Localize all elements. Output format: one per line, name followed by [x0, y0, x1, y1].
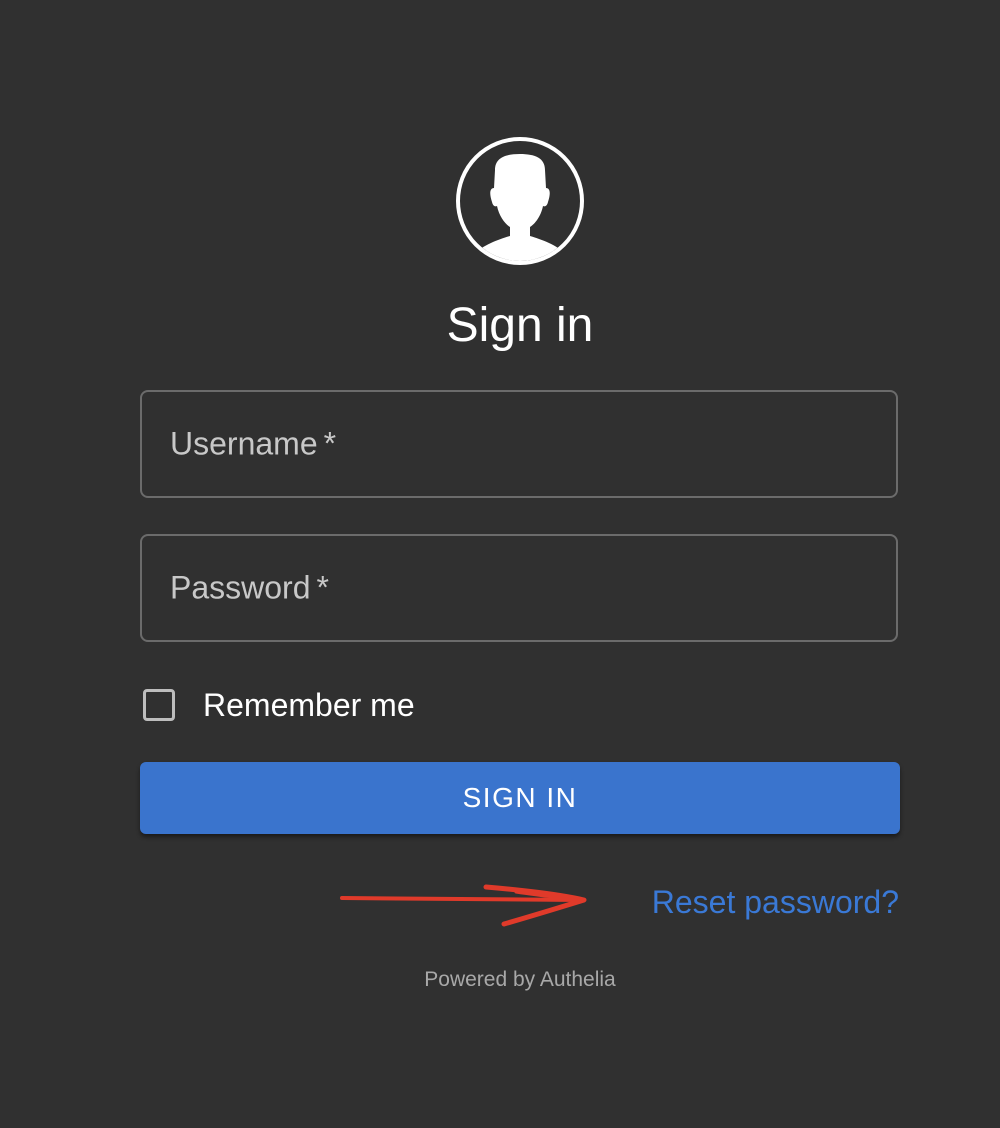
- remember-me-checkbox[interactable]: [143, 689, 175, 721]
- powered-by-footer: Powered by Authelia: [424, 968, 616, 991]
- page-title: Sign in: [446, 299, 594, 352]
- remember-me-label: Remember me: [203, 686, 415, 723]
- user-avatar-icon: [455, 136, 585, 266]
- remember-me-control[interactable]: Remember me: [140, 680, 415, 730]
- password-field[interactable]: Password *: [140, 534, 898, 642]
- password-input[interactable]: [142, 536, 896, 640]
- red-arrow-icon: [336, 878, 592, 930]
- sign-in-button[interactable]: SIGN IN: [140, 762, 900, 834]
- login-page: Sign in Username * Password * Remember me …: [0, 0, 1000, 1128]
- reset-password-link[interactable]: Reset password?: [652, 882, 899, 922]
- username-field[interactable]: Username *: [140, 390, 898, 498]
- username-input[interactable]: [142, 392, 896, 496]
